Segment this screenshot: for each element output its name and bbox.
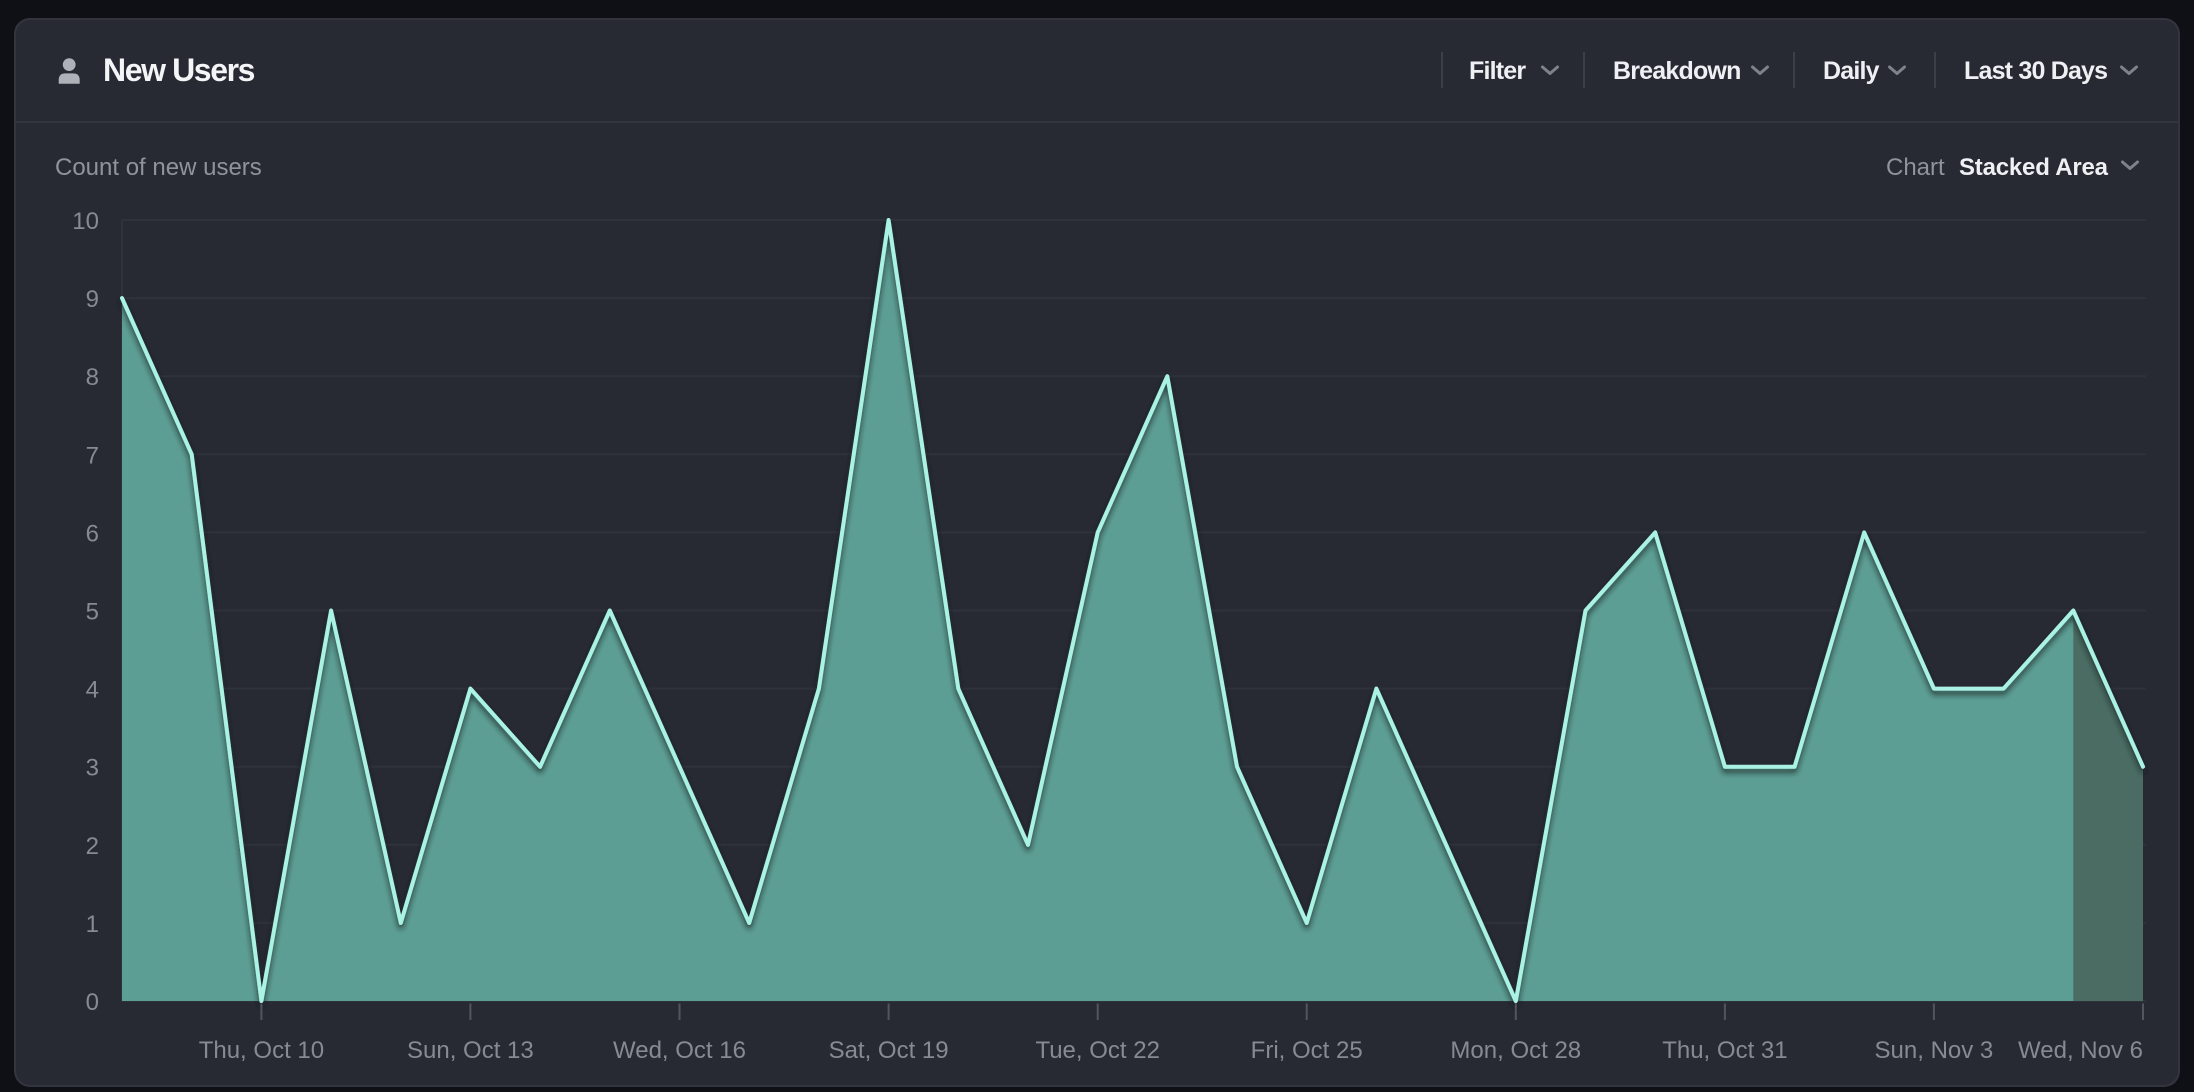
svg-text:4: 4	[86, 677, 99, 704]
svg-text:Wed, Nov 6: Wed, Nov 6	[2018, 1037, 2143, 1064]
svg-text:0: 0	[86, 989, 99, 1016]
svg-text:Sat, Oct 19: Sat, Oct 19	[829, 1037, 949, 1064]
svg-text:3: 3	[86, 755, 99, 782]
svg-text:Mon, Oct 28: Mon, Oct 28	[1450, 1037, 1581, 1064]
svg-text:Wed, Oct 16: Wed, Oct 16	[613, 1037, 746, 1064]
svg-text:8: 8	[86, 364, 99, 391]
svg-text:6: 6	[86, 520, 99, 547]
svg-text:1: 1	[86, 911, 99, 938]
svg-text:5: 5	[86, 599, 99, 626]
svg-text:10: 10	[72, 208, 99, 235]
svg-text:Thu, Oct 10: Thu, Oct 10	[199, 1037, 324, 1064]
svg-text:9: 9	[86, 286, 99, 313]
svg-text:Sun, Nov 3: Sun, Nov 3	[1875, 1037, 1994, 1064]
svg-text:Sun, Oct 13: Sun, Oct 13	[407, 1037, 534, 1064]
svg-text:Fri, Oct 25: Fri, Oct 25	[1251, 1037, 1363, 1064]
svg-text:Tue, Oct 22: Tue, Oct 22	[1035, 1037, 1160, 1064]
svg-text:7: 7	[86, 442, 99, 469]
svg-text:2: 2	[86, 833, 99, 860]
svg-text:Thu, Oct 31: Thu, Oct 31	[1662, 1037, 1787, 1064]
